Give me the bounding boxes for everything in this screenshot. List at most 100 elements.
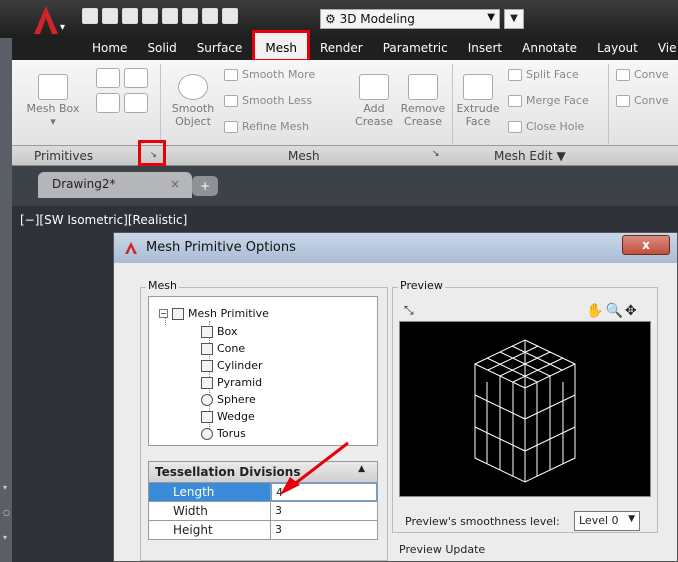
tab-view[interactable]: Vie <box>648 38 678 60</box>
ribbon-panel-titles: Primitives Mesh ↘ Mesh Edit ▼ <box>12 146 678 166</box>
convert-button-2[interactable]: Conve <box>616 94 669 107</box>
smoothness-level-value: Level 0 <box>579 514 619 527</box>
remove-crease-label-2: Crease <box>404 115 442 128</box>
smooth-more-icon <box>224 68 238 81</box>
autocad-logo-icon <box>125 242 137 254</box>
dialog-titlebar[interactable]: Mesh Primitive Options x <box>114 233 677 263</box>
plot-icon[interactable] <box>162 8 178 24</box>
divider <box>452 64 453 144</box>
property-row-width[interactable]: Width 3 <box>148 502 378 521</box>
property-key: Width <box>149 502 271 520</box>
mesh-primitive-icon <box>172 307 184 320</box>
panel-mesh-edit-label[interactable]: Mesh Edit ▼ <box>494 149 566 163</box>
property-key: Length <box>149 483 271 501</box>
property-row-height[interactable]: Height 3 <box>148 521 378 540</box>
tree-item-cone[interactable]: Cone <box>201 342 245 355</box>
remove-crease-icon <box>408 74 438 100</box>
box-icon <box>201 325 213 338</box>
print-icon[interactable] <box>182 8 198 24</box>
document-tab[interactable]: Drawing2* × <box>38 172 192 198</box>
tab-solid[interactable]: Solid <box>137 38 186 60</box>
tab-annotate[interactable]: Annotate <box>512 38 587 60</box>
merge-face-button[interactable]: Merge Face <box>508 94 589 107</box>
preview-viewport[interactable] <box>399 321 651 497</box>
viewport-label[interactable]: [−][SW Isometric][Realistic] <box>20 213 187 227</box>
smooth-more-button[interactable]: Smooth More <box>224 68 315 81</box>
cone-icon <box>201 342 213 355</box>
tree-item-cylinder[interactable]: Cylinder <box>201 359 263 372</box>
new-icon[interactable] <box>82 8 98 24</box>
save-as-icon[interactable] <box>142 8 158 24</box>
tree-item-torus[interactable]: Torus <box>201 427 246 440</box>
convert-button-1[interactable]: Conve <box>616 68 669 81</box>
close-button[interactable]: x <box>622 235 670 255</box>
mesh-wireframe-preview <box>474 339 576 483</box>
open-icon[interactable] <box>102 8 118 24</box>
document-tab-label: Drawing2* <box>52 177 116 191</box>
tab-parametric[interactable]: Parametric <box>373 38 458 60</box>
close-hole-button[interactable]: Close Hole <box>508 120 584 133</box>
tree-item-label: Cylinder <box>217 359 263 372</box>
tree-root[interactable]: − Mesh Primitive <box>159 307 269 320</box>
svg-text:▾: ▾ <box>3 533 7 542</box>
extrude-face-icon <box>463 74 493 100</box>
zoom-extents-icon[interactable]: ⤡ <box>404 303 414 318</box>
customize-qat-button[interactable]: ▼ <box>504 9 524 29</box>
width-value-input[interactable]: 3 <box>271 502 377 520</box>
new-tab-button[interactable]: + <box>192 176 218 196</box>
quick-access-toolbar: ▾ ⚙ 3D Modeling ▼ ▼ <box>0 0 678 38</box>
primitive-small-buttons[interactable] <box>92 68 152 118</box>
tab-render[interactable]: Render <box>310 38 373 60</box>
undo-icon[interactable] <box>202 8 218 24</box>
mesh-primitive-options-dialog: Mesh Primitive Options x Mesh − Mesh Pri… <box>113 232 678 562</box>
refine-mesh-button[interactable]: Refine Mesh <box>224 120 309 133</box>
orbit-icon[interactable]: ✥ <box>625 303 637 319</box>
mesh-box-label: Mesh Box <box>26 102 80 115</box>
tree-item-label: Pyramid <box>217 376 263 389</box>
tree-item-pyramid[interactable]: Pyramid <box>201 376 262 389</box>
sphere-icon <box>201 393 213 406</box>
smooth-less-button[interactable]: Smooth Less <box>224 94 312 107</box>
chevron-down-icon: ▼ <box>487 12 495 23</box>
workspace-dropdown[interactable]: ⚙ 3D Modeling ▼ <box>320 9 500 29</box>
smooth-less-icon <box>224 94 238 107</box>
height-value-input[interactable]: 3 <box>271 521 377 539</box>
collapse-icon[interactable]: − <box>159 309 168 318</box>
add-crease-label-2: Crease <box>355 115 393 128</box>
mesh-box-button[interactable]: Mesh Box ▾ <box>24 74 82 128</box>
tab-insert[interactable]: Insert <box>458 38 512 60</box>
divider <box>160 64 161 144</box>
pan-icon[interactable]: ✋ <box>586 303 603 319</box>
smooth-object-label-1: Smooth <box>171 102 215 115</box>
collapse-arrow-icon[interactable]: ▲ <box>358 464 365 474</box>
close-icon[interactable]: × <box>170 177 180 191</box>
svg-text:○: ○ <box>3 508 10 517</box>
tree-item-box[interactable]: Box <box>201 325 237 338</box>
tab-layout[interactable]: Layout <box>587 38 648 60</box>
convert-label-1: Conve <box>634 68 669 81</box>
split-face-button[interactable]: Split Face <box>508 68 579 81</box>
zoom-icon[interactable]: 🔍 <box>605 303 622 319</box>
smoothness-level-dropdown[interactable]: Level 0 ▼ <box>574 511 640 531</box>
pyramid-icon <box>201 376 213 389</box>
save-icon[interactable] <box>122 8 138 24</box>
smooth-object-button[interactable]: Smooth Object <box>168 74 218 128</box>
convert-icon <box>616 94 630 107</box>
panel-mesh-launcher-icon[interactable]: ↘ <box>432 149 440 159</box>
extrude-face-button[interactable]: Extrude Face <box>456 74 500 128</box>
primitives-dialog-launcher-highlight <box>138 140 166 166</box>
preview-group-label: Preview <box>398 279 445 292</box>
tree-item-sphere[interactable]: Sphere <box>201 393 256 406</box>
tab-surface[interactable]: Surface <box>187 38 253 60</box>
remove-crease-button[interactable]: Remove Crease <box>398 74 448 128</box>
tree-item-wedge[interactable]: Wedge <box>201 410 255 423</box>
add-crease-button[interactable]: Add Crease <box>352 74 396 128</box>
vertical-scrollbar[interactable]: ▾ ○ ▾ <box>0 470 12 562</box>
svg-text:▾: ▾ <box>3 483 7 492</box>
redo-icon[interactable] <box>222 8 238 24</box>
cylinder-icon <box>201 359 213 372</box>
tab-mesh[interactable]: Mesh <box>252 30 310 62</box>
tab-home[interactable]: Home <box>82 38 137 60</box>
gear-icon: ⚙ <box>325 12 336 26</box>
autocad-logo-icon[interactable]: ▾ <box>30 4 70 36</box>
